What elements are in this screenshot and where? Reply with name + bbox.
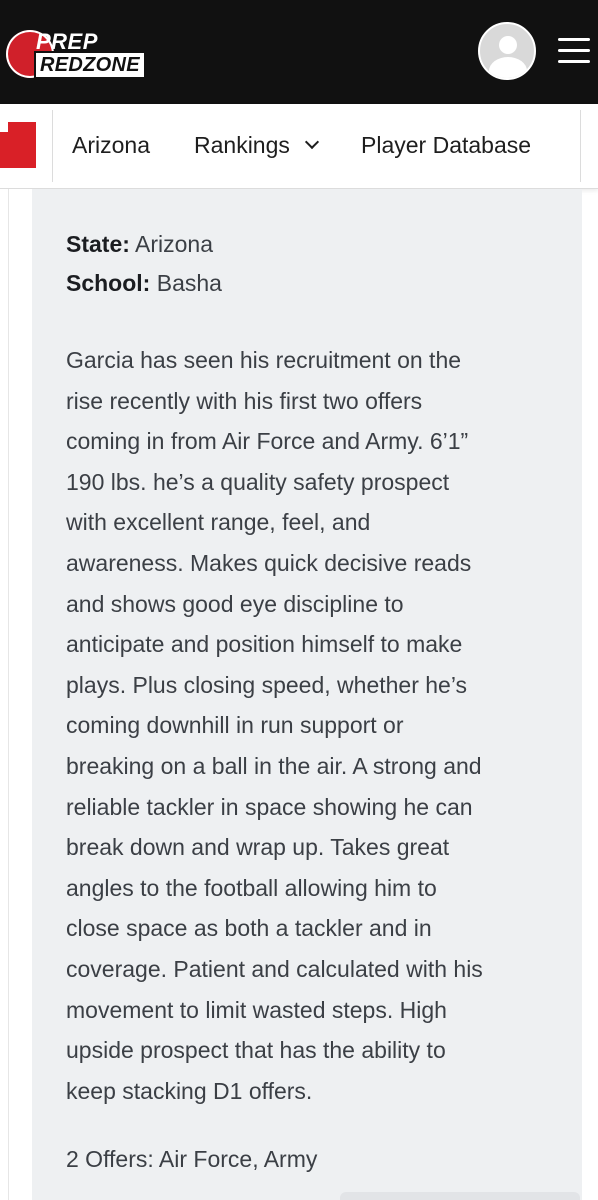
report-line: close space as both a tackler and in	[66, 915, 432, 942]
page-gutter	[0, 189, 32, 1200]
school-label: School:	[66, 270, 151, 296]
report-line: awareness. Makes quick decisive reads	[66, 549, 472, 576]
logo-text-bottom: REDZONE	[34, 51, 146, 79]
menu-bar	[558, 49, 590, 52]
scouting-report: Garcia has seen his recruitment on the r…	[66, 340, 566, 1111]
school-row: School: Basha	[66, 268, 222, 298]
report-line: 190 lbs. he’s a quality safety prospect	[66, 468, 450, 495]
user-avatar-icon[interactable]	[478, 22, 536, 80]
school-value: Basha	[156, 270, 222, 296]
hamburger-menu-icon[interactable]	[558, 38, 590, 64]
report-line: movement to limit wasted steps. High	[66, 996, 447, 1023]
report-line: plays. Plus closing speed, whether he’s	[66, 671, 468, 698]
report-line: and shows good eye discipline to	[66, 590, 404, 617]
menu-bar	[558, 60, 590, 63]
report-line: rise recently with his first two offers	[66, 387, 423, 414]
report-line: coverage. Patient and calculated with hi…	[66, 955, 483, 982]
report-line: coming in from Air Force and Army. 6’1”	[66, 428, 469, 455]
nav-divider	[580, 110, 581, 182]
report-line: upside prospect that has the ability to	[66, 1037, 446, 1064]
report-line: with excellent range, feel, and	[66, 509, 371, 536]
report-line: reliable tackler in space showing he can	[66, 793, 473, 820]
nav-item-player-database[interactable]: Player Database	[361, 130, 531, 160]
report-line: angles to the football allowing him to	[66, 874, 437, 901]
prep-redzone-logo[interactable]: PREP REDZONE	[6, 29, 152, 79]
nav-divider	[52, 110, 53, 182]
report-line: breaking on a ball in the air. A strong …	[66, 752, 482, 779]
avatar-shoulders-shape	[489, 57, 527, 78]
bottom-overlay	[340, 1192, 580, 1200]
report-line: keep stacking D1 offers.	[66, 1077, 313, 1104]
menu-bar	[558, 38, 590, 41]
report-line: break down and wrap up. Takes great	[66, 834, 450, 861]
report-line: coming downhill in run support or	[66, 712, 404, 739]
report-line: anticipate and position himself to make	[66, 631, 463, 658]
nav-item-rankings[interactable]: Rankings	[194, 130, 290, 160]
nav-item-arizona[interactable]: Arizona	[72, 130, 150, 160]
gutter-line	[8, 189, 9, 1200]
report-line: Garcia has seen his recruitment on the	[66, 347, 462, 373]
avatar-head-shape	[499, 36, 517, 54]
state-value: Arizona	[135, 231, 214, 257]
offers-summary: 2 Offers: Air Force, Army	[66, 1146, 318, 1172]
arizona-state-icon[interactable]	[0, 122, 36, 168]
state-row: State: Arizona	[66, 229, 213, 259]
state-label: State:	[66, 231, 130, 257]
logo-text-top: PREP	[36, 29, 98, 54]
